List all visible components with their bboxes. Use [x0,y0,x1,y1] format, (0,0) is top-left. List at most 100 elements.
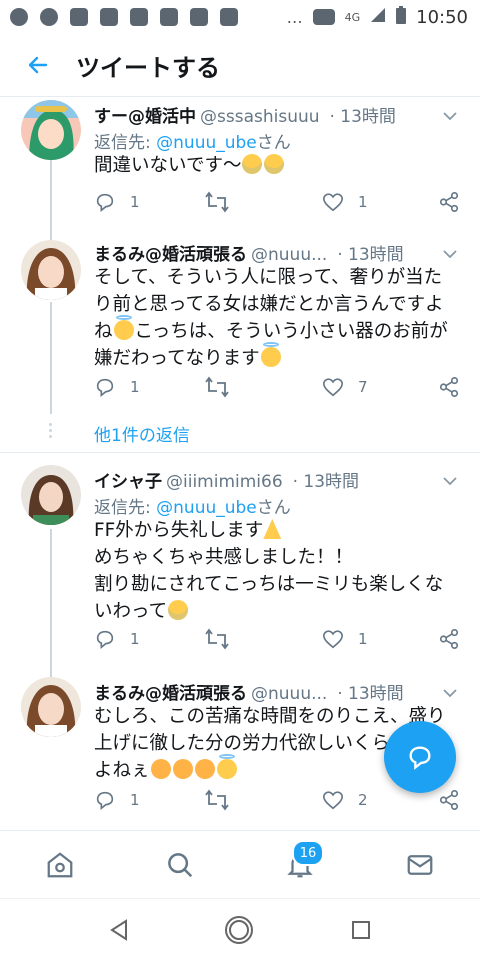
heart-icon [323,193,343,212]
messages-icon [407,855,433,875]
chevron-down-icon[interactable] [442,246,458,262]
share-button[interactable] [438,191,460,213]
chevron-down-icon[interactable] [442,473,458,489]
chevron-down-icon[interactable] [442,685,458,701]
retweet-icon [205,628,229,650]
like-count: 2 [358,791,368,809]
retweet-button[interactable] [204,628,230,650]
tweet[interactable]: まるみ@婚活頑張る @nuuu... · 13時間 そして、そういう人に限って、奢… [0,224,480,414]
tweet-text: 間違いないです〜 [94,152,466,179]
like-count: 1 [358,193,368,211]
vr-icon [312,9,335,25]
tears-of-joy-emoji [242,154,263,174]
avatar[interactable] [21,677,81,737]
avatar[interactable] [21,240,81,300]
thread-line [50,224,52,240]
reply-count: 1 [130,378,140,396]
music-icon [10,8,28,26]
reply-mention[interactable]: @nuuu_ube [156,498,257,518]
share-button[interactable] [438,376,460,398]
circle-home-icon [225,916,253,944]
reply-icon [96,378,114,397]
reply-button[interactable]: 1 [94,628,140,650]
retweet-button[interactable] [204,376,230,398]
reply-button[interactable]: 1 [94,376,140,398]
crying-emoji [168,600,189,620]
system-back-button[interactable] [102,913,136,947]
like-button[interactable]: 2 [322,789,368,811]
add-app-icon [40,8,58,26]
reply-count: 1 [130,193,140,211]
display-name[interactable]: まるみ@婚活頑張る [94,245,247,265]
share-button[interactable] [438,628,460,650]
reply-to: 返信先: @nuuu_ubeさん [94,498,291,518]
reply-icon [96,791,114,810]
app-bar: ツイートする [0,34,480,97]
system-nav-bar [0,898,480,961]
triangle-back-icon [110,919,127,941]
show-more-replies-link[interactable]: 他1件の返信 [94,421,190,446]
tweet[interactable]: イシャ子 @iiimimimi66 · 13時間 返信先: @nuuu_ubeさん… [0,453,480,661]
retweet-button[interactable] [204,789,230,811]
radio-icon [100,8,118,26]
timestamp: · 13時間 [329,107,396,127]
reply-button[interactable]: 1 [94,789,140,811]
share-icon [439,629,459,649]
home-tab[interactable] [44,849,76,881]
like-button[interactable]: 1 [322,191,368,213]
system-recents-button[interactable] [344,913,378,947]
reply-mention[interactable]: @nuuu_ube [156,133,257,153]
tired-face-emoji [194,759,215,779]
like-button[interactable]: 1 [322,628,368,650]
handle: @iiimimimi66 [166,472,283,492]
heart-icon [323,630,343,649]
back-arrow-icon [28,56,48,74]
clock: 10:50 [416,6,468,28]
retweet-button[interactable] [204,191,230,213]
handle: @nuuu... [251,245,328,265]
system-home-button[interactable] [222,913,256,947]
notification-badge: 16 [292,840,324,866]
tweet-actions: 1 1 [94,628,464,658]
share-button[interactable] [438,789,460,811]
reply-count: 1 [130,791,140,809]
display-name[interactable]: すー@婚活中 [94,107,196,127]
display-name[interactable]: イシャ子 [94,472,162,492]
timestamp: · 13時間 [292,472,360,492]
author-line: まるみ@婚活頑張る @nuuu... · 13時間 [94,679,404,704]
page-title: ツイートする [76,53,220,82]
avatar[interactable] [21,100,81,160]
square-recents-icon [352,921,370,939]
heart-icon [323,791,343,810]
timestamp: · 13時間 [337,245,404,265]
chevron-down-icon[interactable] [442,108,458,124]
halo-emoji [216,754,237,779]
heart-icon [323,378,343,397]
share-icon [439,192,459,212]
tweet-actions: 1 1 [94,191,464,221]
thread-line [50,661,52,677]
like-button[interactable]: 7 [322,376,368,398]
avatar[interactable] [21,465,81,525]
compose-reply-button[interactable] [384,721,456,793]
tears-of-joy-emoji [264,154,285,174]
display-name[interactable]: まるみ@婚活頑張る [94,684,247,704]
chat-bubble-icon [409,746,431,770]
reply-button[interactable]: 1 [94,191,140,213]
search-tab[interactable] [164,849,196,881]
overflow-indicator: … [286,7,303,27]
home-icon [47,852,73,878]
tweet[interactable]: すー@婚活中 @sssashisuuu · 13時間 返信先: @nuuu_ube… [0,96,480,224]
share-icon [439,790,459,810]
tweet-text: そして、そういう人に限って、奢りが当た り前と思ってる女は嫌だとか言うんですよ … [94,267,448,369]
youtube-icon [190,8,208,26]
handle: @nuuu... [251,684,328,704]
tweet-actions: 1 7 [94,376,464,406]
like-count: 7 [358,378,368,396]
thread-line [50,302,52,414]
back-button[interactable] [0,53,76,77]
messages-tab[interactable] [404,849,436,881]
reply-to: 返信先: @nuuu_ubeさん [94,133,291,153]
youtube-icon [160,8,178,26]
tv-icon [70,8,88,26]
